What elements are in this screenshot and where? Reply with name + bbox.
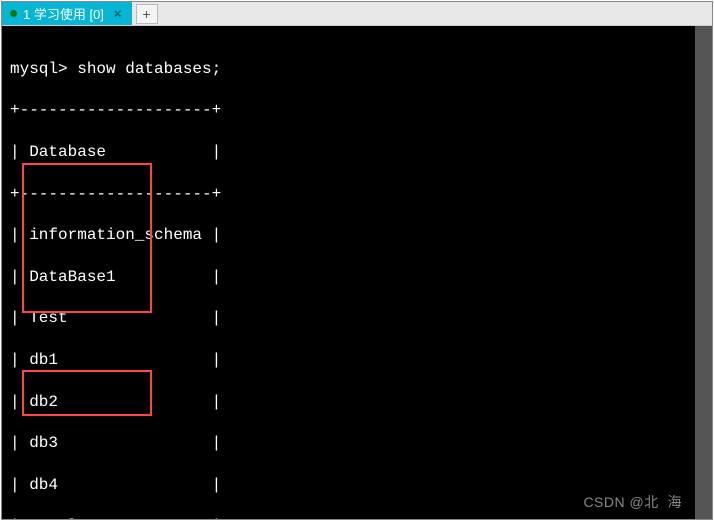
table-row: | mysql | <box>10 516 704 519</box>
terminal-output[interactable]: mysql> show databases; +----------------… <box>2 26 712 519</box>
table-header: | Database | <box>10 142 704 163</box>
window-frame: 1 学习使用 [0] × + mysql> show databases; +-… <box>1 1 713 520</box>
table-row: | db2 | <box>10 392 704 413</box>
new-tab-button[interactable]: + <box>136 4 158 24</box>
close-icon[interactable]: × <box>114 6 122 21</box>
watermark-text: CSDN @北 海 <box>583 493 682 511</box>
tab-bar: 1 学习使用 [0] × + <box>2 2 712 26</box>
table-row: | information_schema | <box>10 225 704 246</box>
status-dot-icon <box>10 10 17 17</box>
scrollbar-thumb[interactable] <box>695 26 712 519</box>
table-border: +--------------------+ <box>10 184 704 205</box>
table-row: | DataBase1 | <box>10 267 704 288</box>
command-line: mysql> show databases; <box>10 59 704 80</box>
table-border: +--------------------+ <box>10 100 704 121</box>
table-row: | db3 | <box>10 433 704 454</box>
plus-icon: + <box>142 6 150 22</box>
scrollbar-vertical[interactable] <box>695 26 712 519</box>
table-row: | Test | <box>10 308 704 329</box>
tab-title: 1 学习使用 [0] <box>23 4 104 23</box>
table-row: | db1 | <box>10 350 704 371</box>
tab-session-1[interactable]: 1 学习使用 [0] × <box>2 2 132 25</box>
